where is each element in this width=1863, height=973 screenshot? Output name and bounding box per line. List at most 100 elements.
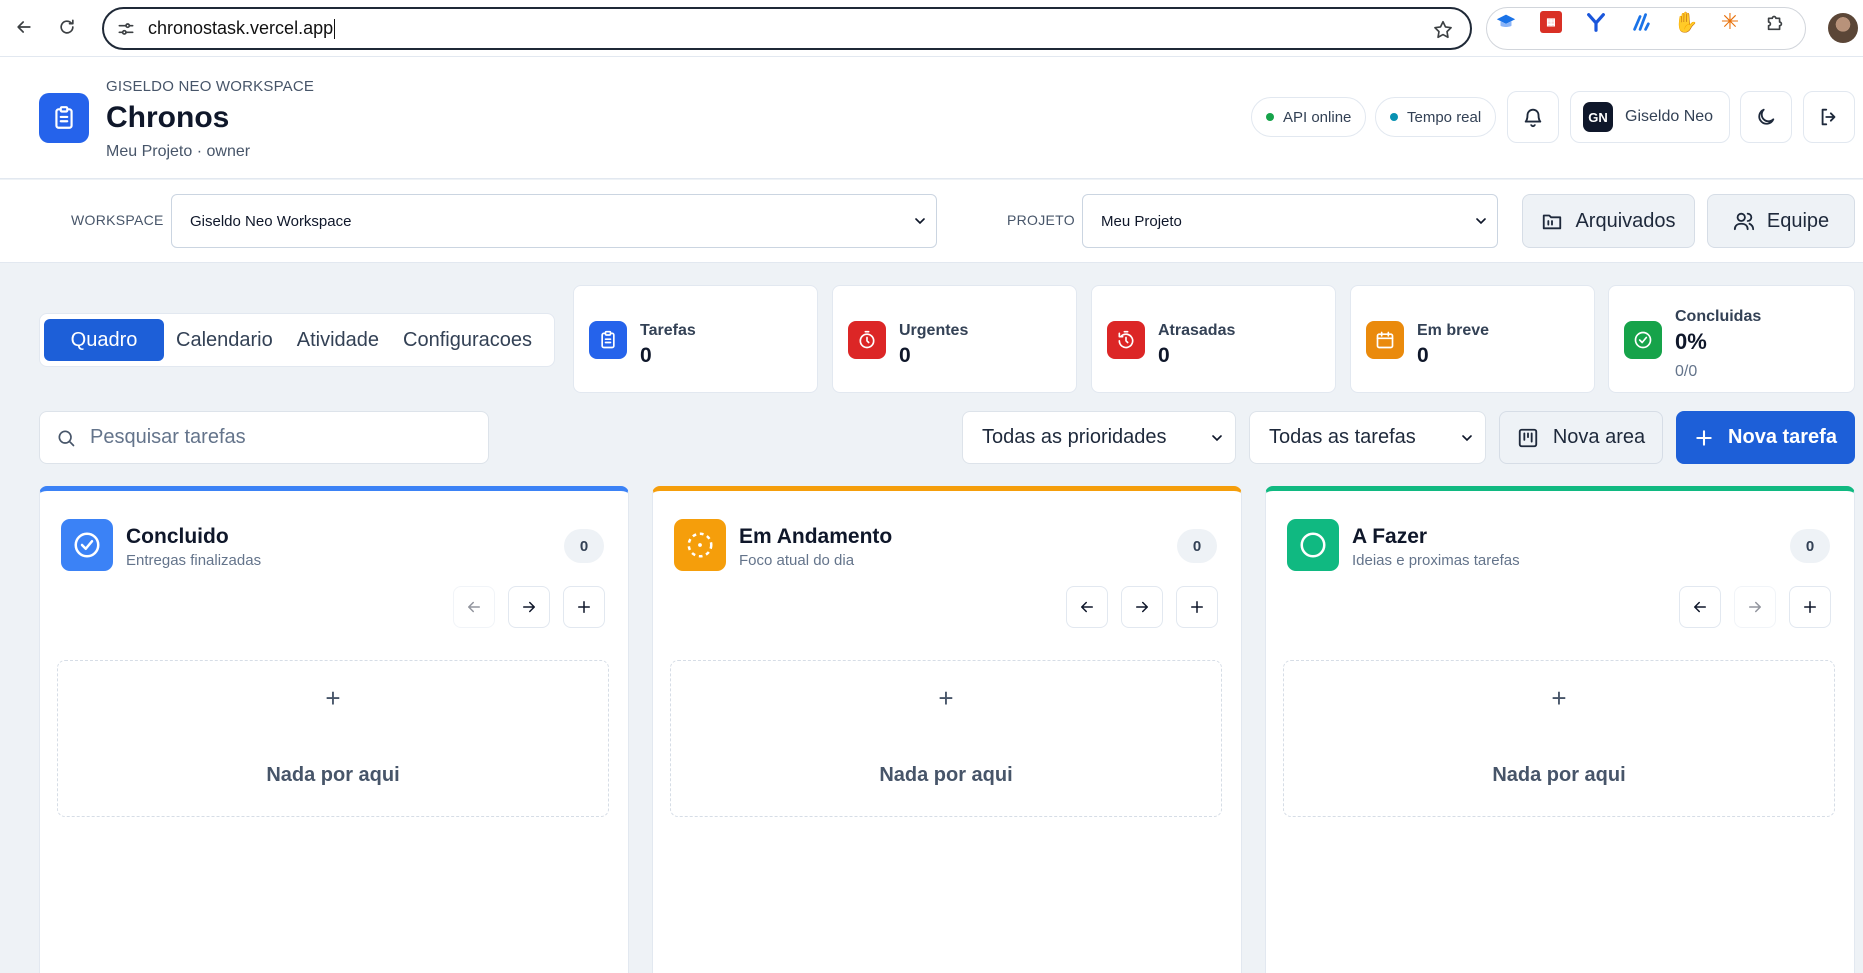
plus-icon: + — [325, 683, 341, 713]
theme-toggle-button[interactable] — [1740, 91, 1792, 143]
extension-graduation-icon[interactable] — [1493, 9, 1519, 35]
extensions-puzzle-icon[interactable] — [1762, 9, 1788, 35]
loader-circle-icon — [674, 519, 726, 571]
chevron-down-icon — [915, 218, 925, 225]
move-left-button[interactable] — [1066, 586, 1108, 628]
column-count-badge: 0 — [564, 529, 604, 563]
archived-button[interactable]: Arquivados — [1522, 194, 1695, 248]
browser-toolbar: chronostask.vercel.app ▦ ✋ ✳ — [0, 0, 1863, 57]
check-circle-icon — [1624, 321, 1662, 359]
add-task-button[interactable] — [1176, 586, 1218, 628]
reload-icon — [60, 19, 74, 34]
stat-label: Tarefas — [640, 322, 696, 339]
clipboard-icon — [55, 106, 73, 129]
stat-card-urgentes: Urgentes 0 — [832, 285, 1077, 393]
add-task-button[interactable] — [563, 586, 605, 628]
column-count-badge: 0 — [1177, 529, 1217, 563]
plus-icon — [1696, 429, 1712, 446]
reload-button[interactable] — [50, 10, 84, 44]
project-role: Meu Projeto · owner — [106, 143, 251, 160]
bookmark-star-icon[interactable] — [1432, 19, 1454, 41]
new-area-button[interactable]: Nova area — [1499, 411, 1663, 464]
move-right-button[interactable] — [1734, 586, 1776, 628]
tasks-filter-select[interactable]: Todas as tarefas — [1249, 411, 1486, 464]
search-box — [39, 411, 489, 464]
extension-spark-icon[interactable]: ✳ — [1717, 9, 1743, 35]
avatar: GN — [1583, 102, 1613, 132]
user-name: Giseldo Neo — [1625, 108, 1714, 125]
priority-filter-select[interactable]: Todas as prioridades — [962, 411, 1236, 464]
empty-state-text: Nada por aqui — [879, 764, 1013, 786]
move-right-button[interactable] — [1121, 586, 1163, 628]
users-icon — [1733, 212, 1754, 231]
extension-wave-hand-icon[interactable]: ✋ — [1673, 9, 1699, 35]
stat-value: 0 — [1417, 344, 1429, 367]
stat-label: Concluidas — [1675, 308, 1762, 325]
app-header: GISELDO NEO WORKSPACE Chronos Meu Projet… — [0, 57, 1863, 179]
arrow-left-icon — [1694, 601, 1706, 613]
move-left-button[interactable] — [1679, 586, 1721, 628]
project-select-label: PROJETO — [1007, 212, 1075, 228]
empty-state-text: Nada por aqui — [1492, 764, 1626, 786]
chevron-down-icon — [1212, 435, 1222, 442]
arrow-right-icon — [523, 601, 535, 613]
move-left-button[interactable] — [453, 586, 495, 628]
profile-avatar[interactable] — [1828, 13, 1858, 43]
logout-icon — [1821, 108, 1836, 126]
extension-chart-icon[interactable] — [1628, 9, 1654, 35]
back-button[interactable] — [7, 10, 41, 44]
column-title: Concluido — [126, 525, 229, 548]
user-menu-button[interactable]: GN Giseldo Neo — [1570, 91, 1730, 143]
address-bar[interactable]: chronostask.vercel.app — [102, 7, 1472, 50]
extension-y-icon[interactable] — [1583, 9, 1609, 35]
tab-calendario[interactable]: Calendario — [164, 319, 285, 361]
site-settings-icon[interactable] — [116, 19, 136, 39]
move-right-button[interactable] — [508, 586, 550, 628]
workspace-select[interactable]: Giseldo Neo Workspace — [171, 194, 937, 248]
arrow-left-icon — [1081, 601, 1093, 613]
stat-value: 0 — [899, 344, 911, 367]
status-dot-icon — [1266, 113, 1274, 121]
selector-bar: WORKSPACE Giseldo Neo Workspace PROJETO … — [0, 180, 1863, 263]
column-title: Em Andamento — [739, 525, 893, 548]
extension-grid-icon[interactable]: ▦ — [1538, 9, 1564, 35]
workspace-label: GISELDO NEO WORKSPACE — [106, 78, 315, 95]
app-logo — [39, 93, 89, 143]
chevron-down-icon — [1462, 435, 1472, 442]
tab-configuracoes[interactable]: Configuracoes — [391, 319, 544, 361]
notifications-button[interactable] — [1507, 91, 1559, 143]
stat-value: 0% — [1675, 329, 1707, 354]
stat-label: Urgentes — [899, 322, 969, 339]
stat-card-atrasadas: Atrasadas 0 — [1091, 285, 1336, 393]
timer-icon — [848, 321, 886, 359]
tab-atividade[interactable]: Atividade — [285, 319, 391, 361]
api-status-badge: API online — [1251, 97, 1367, 137]
team-button[interactable]: Equipe — [1707, 194, 1855, 248]
app-title: Chronos — [106, 101, 230, 134]
stat-value: 0 — [640, 344, 652, 367]
search-input[interactable] — [90, 426, 450, 449]
project-select[interactable]: Meu Projeto — [1082, 194, 1498, 248]
add-task-button[interactable] — [1789, 586, 1831, 628]
realtime-status-badge: Tempo real — [1375, 97, 1497, 137]
stat-card-concluidas: Concluidas 0% 0/0 — [1608, 285, 1855, 393]
logout-button[interactable] — [1803, 91, 1855, 143]
column-subtitle: Foco atual do dia — [739, 552, 855, 569]
column-a-fazer: A Fazer Ideias e proximas tarefas 0 + Na… — [1265, 486, 1855, 973]
plus-icon: + — [1551, 683, 1567, 713]
empty-drop-zone[interactable]: + Nada por aqui — [670, 660, 1222, 817]
empty-drop-zone[interactable]: + Nada por aqui — [57, 660, 609, 817]
column-subtitle: Entregas finalizadas — [126, 552, 262, 569]
status-dot-icon — [1390, 113, 1398, 121]
arrow-right-icon — [1136, 601, 1148, 613]
plus-icon — [578, 601, 590, 613]
tab-quadro[interactable]: Quadro — [44, 319, 164, 361]
empty-drop-zone[interactable]: + Nada por aqui — [1283, 660, 1835, 817]
url-text: chronostask.vercel.app — [148, 17, 334, 38]
empty-state-text: Nada por aqui — [266, 764, 400, 786]
chevron-down-icon — [1476, 218, 1486, 225]
column-em-andamento: Em Andamento Foco atual do dia 0 + Nada … — [652, 486, 1242, 973]
new-task-button[interactable]: Nova tarefa — [1676, 411, 1855, 464]
calendar-icon — [1366, 321, 1404, 359]
arrow-left-icon — [468, 601, 480, 613]
